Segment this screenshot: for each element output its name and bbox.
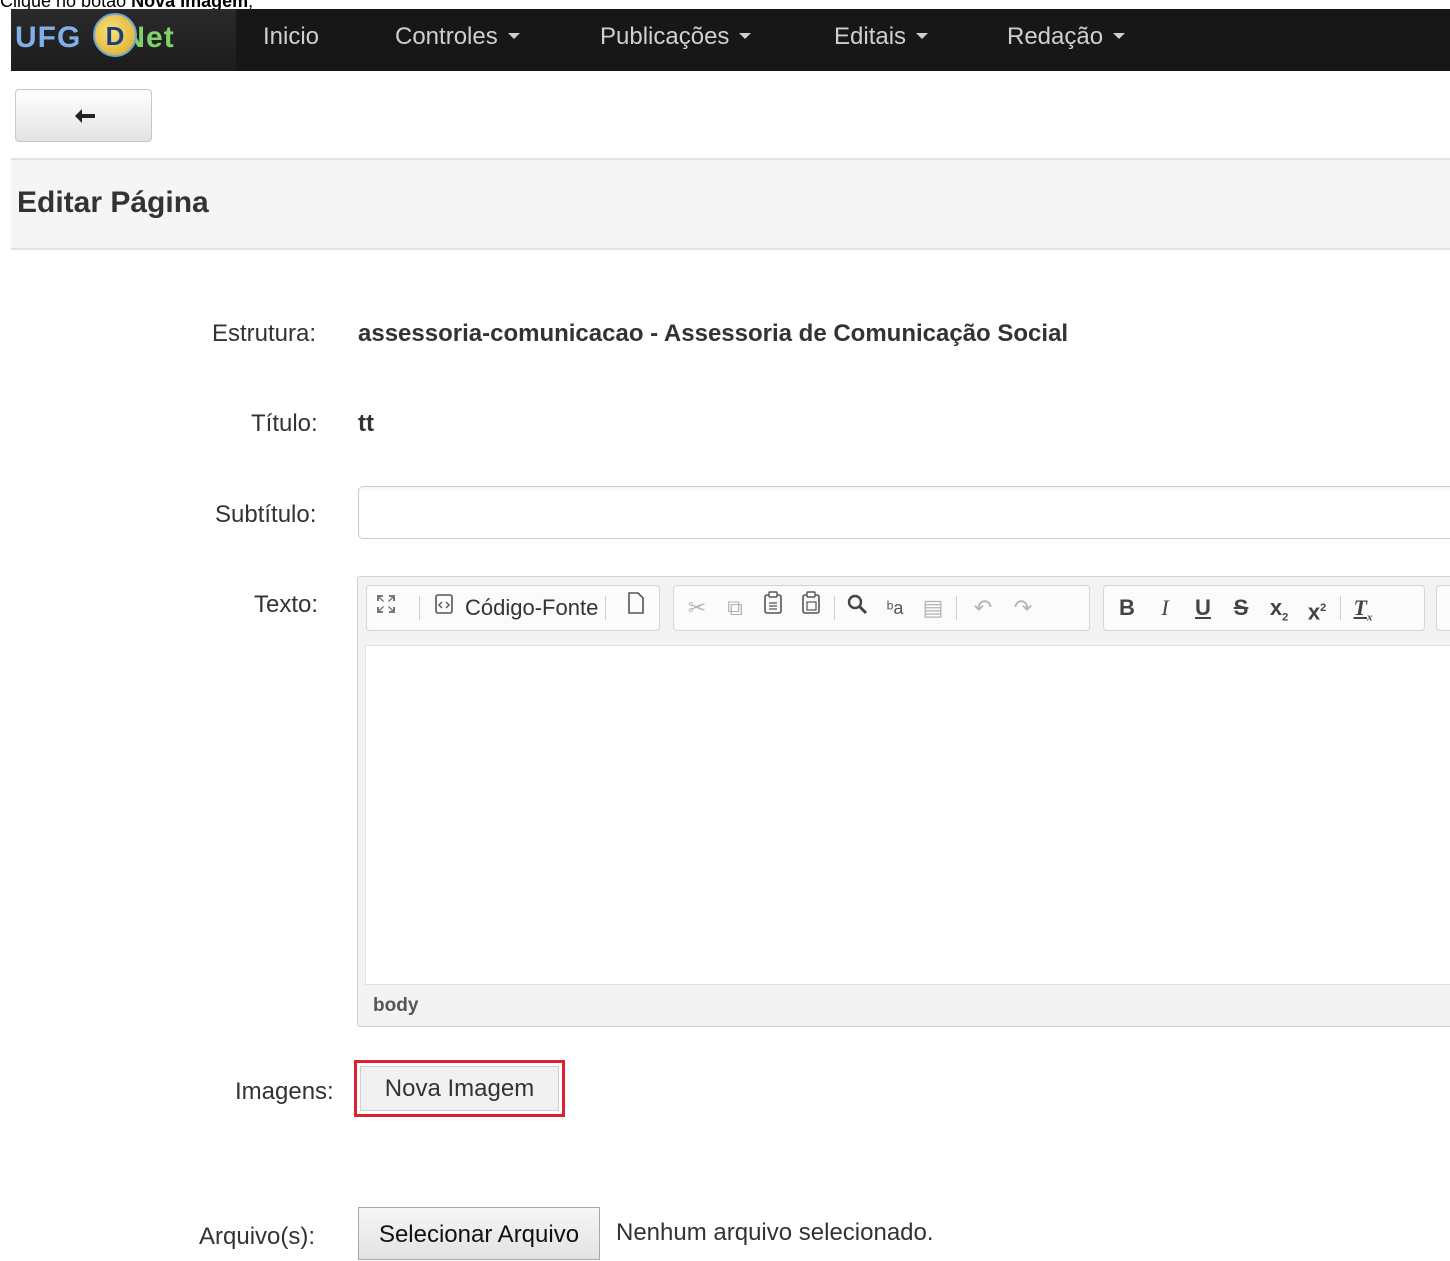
new-page-icon[interactable]: [621, 586, 651, 630]
top-navbar: UFG Net D Inicio Controles Publicações Ed…: [11, 9, 1450, 71]
back-button[interactable]: [15, 89, 152, 142]
nav-item-label: Editais: [834, 23, 907, 50]
underline-icon[interactable]: U: [1188, 586, 1218, 630]
paste-word-icon[interactable]: [796, 586, 826, 630]
nav-item-label: Controles: [395, 23, 498, 50]
arrow-left-icon: [75, 109, 95, 123]
select-all-icon[interactable]: ▤: [918, 586, 948, 630]
titulo-value: tt: [358, 410, 374, 437]
toolbar-separator: [605, 596, 606, 620]
titulo-label: Título:: [251, 410, 318, 437]
toolbar-separator: [956, 596, 957, 620]
caret-down-icon: [916, 32, 929, 39]
nav-item-publicacoes[interactable]: Publicações: [600, 9, 752, 71]
nav-item-inicio[interactable]: Inicio: [263, 9, 319, 71]
brand-g: G: [57, 21, 82, 54]
copy-icon[interactable]: ⧉: [720, 586, 750, 630]
toolbar-group-more: [1436, 585, 1450, 631]
paste-icon[interactable]: [758, 586, 788, 630]
nav-item-label: Inicio: [263, 23, 320, 50]
nav-item-controles[interactable]: Controles: [395, 9, 520, 71]
estrutura-label: Estrutura:: [212, 320, 317, 347]
nova-imagem-highlight: Nova Imagem: [354, 1060, 565, 1117]
page-header: Editar Página: [11, 158, 1450, 250]
maximize-icon[interactable]: [371, 586, 401, 630]
strike-icon[interactable]: S: [1226, 586, 1256, 630]
caret-down-icon: [739, 32, 752, 39]
toolbar-separator: [1340, 596, 1341, 620]
source-button-label[interactable]: Código-Fonte: [465, 586, 598, 630]
select-file-button[interactable]: Selecionar Arquivo: [358, 1207, 600, 1260]
file-status-text: Nenhum arquivo selecionado.: [616, 1219, 934, 1246]
brand-d: D: [105, 21, 125, 51]
source-icon[interactable]: [429, 586, 459, 630]
imagens-label: Imagens:: [235, 1078, 334, 1105]
nav-item-redacao[interactable]: Redação: [1007, 9, 1126, 71]
globe-icon: D: [93, 13, 137, 57]
toolbar-separator: [834, 596, 835, 620]
brand-logo[interactable]: UFG Net D: [11, 9, 236, 71]
brand-uf: UF: [15, 21, 57, 54]
italic-icon[interactable]: I: [1150, 586, 1180, 630]
nav-item-label: Redação: [1007, 23, 1104, 50]
editor-element-path[interactable]: body: [373, 995, 418, 1017]
remove-format-icon[interactable]: Tx: [1348, 586, 1378, 630]
caret-down-icon: [507, 32, 520, 39]
find-icon[interactable]: [842, 586, 872, 630]
nav-item-editais[interactable]: Editais: [834, 9, 929, 71]
cut-icon[interactable]: ✂: [682, 586, 712, 630]
toolbar-group-document: Código-Fonte: [366, 585, 660, 631]
undo-icon[interactable]: ↶: [968, 586, 998, 630]
toolbar-group-clipboard: ✂ ⧉ ᵇa ▤ ↶ ↷: [673, 585, 1090, 631]
page-title: Editar Página: [17, 186, 209, 219]
replace-icon[interactable]: ᵇa: [880, 586, 910, 630]
nova-imagem-button[interactable]: Nova Imagem: [360, 1066, 559, 1111]
editor-content-area[interactable]: [365, 645, 1450, 985]
arquivos-label: Arquivo(s):: [199, 1223, 316, 1250]
bold-icon[interactable]: B: [1112, 586, 1142, 630]
toolbar-separator: [419, 596, 420, 620]
superscript-icon[interactable]: x2: [1302, 586, 1332, 630]
subtitulo-input[interactable]: [358, 486, 1450, 539]
caret-down-icon: [1113, 32, 1126, 39]
redo-icon[interactable]: ↷: [1008, 586, 1038, 630]
estrutura-value: assessoria-comunicacao - Assessoria de C…: [358, 320, 1069, 347]
subscript-icon[interactable]: x2: [1264, 586, 1294, 630]
subtitulo-label: Subtítulo:: [215, 501, 317, 528]
texto-label: Texto:: [254, 591, 319, 618]
toolbar-group-format: B I U S x2 x2 Tx: [1103, 585, 1425, 631]
rich-text-editor: Código-Fonte ✂ ⧉ ᵇa ▤ ↶ ↷ B I U S x2 x2: [357, 576, 1450, 1027]
nav-item-label: Publicações: [600, 23, 730, 50]
